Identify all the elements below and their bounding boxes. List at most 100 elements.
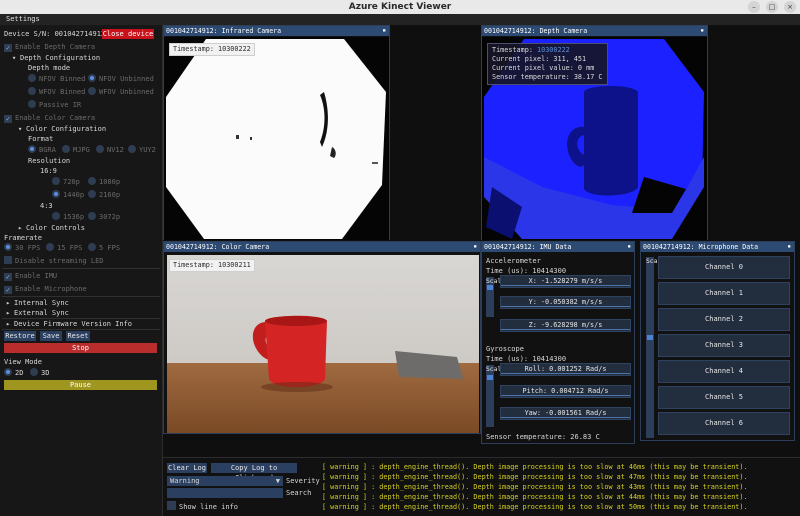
maximize-button[interactable]: □ xyxy=(766,1,778,13)
depth-timestamp: Timestamp: 10300222 xyxy=(492,46,570,54)
separator xyxy=(2,268,160,269)
color-image xyxy=(167,255,479,433)
gyro-pitch-meter: Pitch: 0.004712 Rad/s xyxy=(500,385,631,398)
gyro-roll-meter: Roll: 0.001252 Rad/s xyxy=(500,363,631,376)
close-window-button[interactable]: × xyxy=(784,1,796,13)
color-controls-header[interactable]: ▸ Color Controls xyxy=(18,223,85,233)
accel-scale-slider[interactable]: Scale xyxy=(486,277,505,317)
imu-sensor-temp: Sensor temperature: 26.83 C xyxy=(486,433,600,441)
severity-dropdown[interactable]: Warning ▼ xyxy=(167,476,283,486)
imu-panel: 001042714912: IMU Data ▪ Accelerometer Ti… xyxy=(481,241,635,444)
check-icon: ✓ xyxy=(4,44,12,52)
radio-3d[interactable]: 3D xyxy=(30,368,49,378)
panel-title: 001042714912: Depth Camera ▪ xyxy=(482,26,707,36)
radio-1080p[interactable]: 1080p xyxy=(88,177,120,187)
radio-15fps[interactable]: 15 FPS xyxy=(46,243,82,253)
mic-channel-5: Channel 5 xyxy=(658,386,790,409)
caret-right-icon: ▸ xyxy=(6,309,11,317)
save-button[interactable]: Save xyxy=(40,331,62,341)
panel-title: 001042714912: IMU Data ▪ xyxy=(482,242,634,252)
collapse-icon[interactable]: ▪ xyxy=(787,242,791,252)
radio-yuy2[interactable]: YUY2 xyxy=(128,145,156,155)
log-line: [ warning ] : depth_engine_thread(). Dep… xyxy=(322,503,748,511)
radio-1440p[interactable]: 1440p xyxy=(52,190,84,200)
radio-passive-ir[interactable]: Passive IR xyxy=(28,100,81,110)
check-icon: ✓ xyxy=(4,273,12,281)
collapse-icon[interactable]: ▪ xyxy=(473,242,477,252)
clear-log-button[interactable]: Clear Log xyxy=(167,463,207,473)
external-sync-header[interactable]: ▸ External Sync xyxy=(6,308,69,318)
radio-3072p[interactable]: 3072p xyxy=(88,212,120,222)
window-titlebar: Azure Kinect Viewer – □ × xyxy=(0,0,800,14)
device-serial: Device S/N: 001042714912 xyxy=(4,30,106,38)
infrared-image xyxy=(164,37,389,240)
radio-bgra[interactable]: BGRA xyxy=(28,145,56,155)
collapse-icon[interactable]: ▪ xyxy=(382,26,386,36)
radio-wfov-binned[interactable]: WFOV Binned xyxy=(28,87,85,97)
close-device-button[interactable]: Close device xyxy=(102,29,154,39)
color-config-header[interactable]: ▾ Color Configuration xyxy=(18,124,106,134)
view-mode-label: View Mode xyxy=(4,358,42,366)
stop-button[interactable]: Stop xyxy=(4,343,157,353)
separator xyxy=(2,296,160,297)
radio-nfov-unbinned[interactable]: NFOV Unbinned xyxy=(88,74,154,84)
collapse-icon[interactable]: ▪ xyxy=(627,242,631,252)
radio-1536p[interactable]: 1536p xyxy=(52,212,84,222)
slider-knob[interactable] xyxy=(487,375,493,380)
pause-button[interactable]: Pause xyxy=(4,380,157,390)
minimize-button[interactable]: – xyxy=(748,1,760,13)
menu-settings[interactable]: Settings xyxy=(6,15,40,23)
panel-title: 001042714912: Infrared Camera ▪ xyxy=(164,26,389,36)
panel-title: 001042714912: Color Camera ▪ xyxy=(164,242,480,252)
infrared-camera-panel: 001042714912: Infrared Camera ▪ Timestamp… xyxy=(163,25,390,240)
search-label: Search xyxy=(286,489,312,497)
enable-mic-checkbox[interactable]: ✓ Enable Microphone xyxy=(4,284,87,294)
restore-button[interactable]: Restore xyxy=(4,331,36,341)
panel-title: 001042714912: Microphone Data ▪ xyxy=(641,242,794,252)
infrared-timestamp: Timestamp: 10300222 xyxy=(169,43,255,56)
show-line-info-checkbox[interactable]: Show line info xyxy=(167,501,238,511)
radio-mjpg[interactable]: MJPG xyxy=(62,145,90,155)
radio-nv12[interactable]: NV12 xyxy=(96,145,124,155)
slider-knob[interactable] xyxy=(647,335,653,340)
accel-x-meter: X: -1.528279 m/s/s xyxy=(500,275,631,288)
firmware-header[interactable]: ▸ Device Firmware Version Info xyxy=(6,319,132,329)
disable-led-checkbox[interactable]: Disable streaming LED xyxy=(4,256,104,266)
mic-channel-3: Channel 3 xyxy=(658,334,790,357)
radio-wfov-unbinned[interactable]: WFOV Unbinned xyxy=(88,87,154,97)
reset-button[interactable]: Reset xyxy=(66,331,90,341)
accel-z-meter: Z: -9.628298 m/s/s xyxy=(500,319,631,332)
internal-sync-header[interactable]: ▸ Internal Sync xyxy=(6,298,69,308)
radio-2160p[interactable]: 2160p xyxy=(88,190,120,200)
log-line: [ warning ] : depth_engine_thread(). Dep… xyxy=(322,473,748,481)
mic-scale-slider[interactable]: Scale xyxy=(646,257,665,438)
radio-30fps[interactable]: 30 FPS xyxy=(4,243,40,253)
caret-down-icon: ▾ xyxy=(12,54,17,62)
enable-color-checkbox[interactable]: ✓ Enable Color Camera xyxy=(4,113,95,123)
radio-720p[interactable]: 720p xyxy=(52,177,80,187)
enable-depth-checkbox[interactable]: ✓ Enable Depth Camera xyxy=(4,42,95,52)
slider-knob[interactable] xyxy=(487,285,493,290)
depth-config-header[interactable]: ▾ Depth Configuration xyxy=(12,53,100,63)
gyro-scale-slider[interactable]: Scale xyxy=(486,365,505,427)
caret-down-icon: ▾ xyxy=(18,125,23,133)
copy-log-button[interactable]: Copy Log to Clipboard xyxy=(211,463,297,482)
color-camera-panel: 001042714912: Color Camera ▪ Timestamp: 1… xyxy=(163,241,481,434)
depth-info-overlay: Timestamp: 10300222 Current pixel: 311, … xyxy=(487,43,608,85)
radio-5fps[interactable]: 5 FPS xyxy=(88,243,120,253)
mic-channel-4: Channel 4 xyxy=(658,360,790,383)
depth-mode-label: Depth mode xyxy=(28,64,71,72)
search-input[interactable] xyxy=(167,488,283,498)
severity-label: Severity xyxy=(286,477,320,485)
log-panel: Clear Log Copy Log to Clipboard Warning … xyxy=(163,457,800,516)
accel-label: Accelerometer xyxy=(486,257,541,265)
radio-2d[interactable]: 2D xyxy=(4,368,23,378)
log-line: [ warning ] : depth_engine_thread(). Dep… xyxy=(322,463,748,471)
ratio-4-3-label: 4:3 xyxy=(40,202,53,210)
color-timestamp: Timestamp: 10300211 xyxy=(169,259,255,272)
chevron-down-icon: ▼ xyxy=(275,477,280,485)
format-label: Format xyxy=(28,135,54,143)
radio-nfov-binned[interactable]: NFOV Binned xyxy=(28,74,85,84)
collapse-icon[interactable]: ▪ xyxy=(700,26,704,36)
enable-imu-checkbox[interactable]: ✓ Enable IMU xyxy=(4,271,57,281)
